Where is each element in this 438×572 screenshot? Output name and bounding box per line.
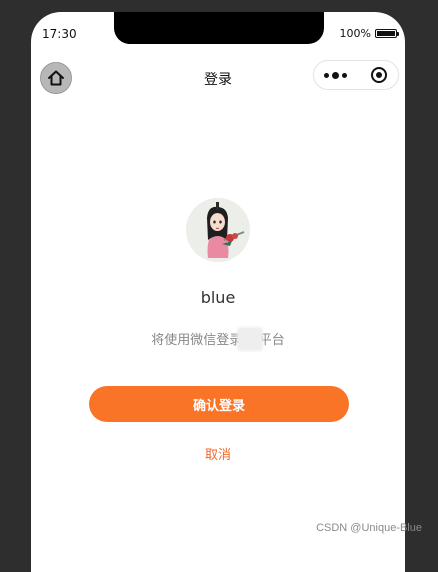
watermark: CSDN @Unique-Blue xyxy=(316,522,422,534)
phone-screen: 17:30 100% 登录 blue 将使用微信登录 平台 确认登录 取消 xyxy=(31,12,405,572)
confirm-login-button[interactable]: 确认登录 xyxy=(89,386,349,422)
battery-icon xyxy=(375,29,399,38)
battery-percent: 100% xyxy=(339,27,371,40)
avatar xyxy=(186,198,250,262)
avatar-image xyxy=(186,198,250,262)
mini-program-close-icon[interactable] xyxy=(371,67,387,83)
redacted-platform-name xyxy=(237,327,263,351)
cancel-link[interactable]: 取消 xyxy=(31,444,405,463)
mini-program-capsule xyxy=(313,60,399,90)
camera-notch xyxy=(114,12,324,44)
status-battery: 100% xyxy=(339,27,399,40)
more-dots-icon[interactable] xyxy=(324,71,347,79)
username: blue xyxy=(200,288,236,307)
login-note: 将使用微信登录 平台 xyxy=(151,333,285,348)
status-time: 17:30 xyxy=(42,27,77,41)
